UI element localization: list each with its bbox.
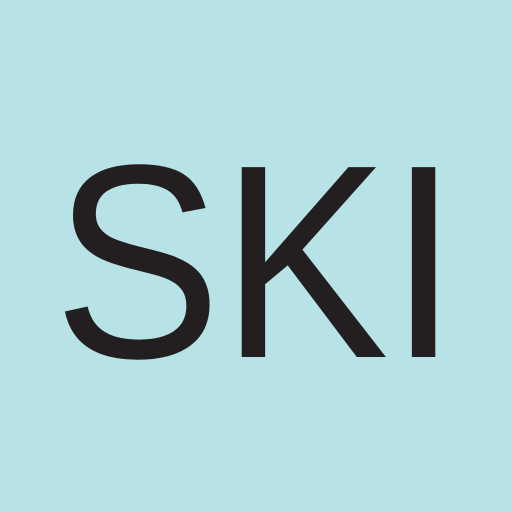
ski-wordmark-logo: SKI [54, 108, 459, 416]
ski-wordmark-text: SKI [54, 108, 459, 416]
app-icon: SKI [0, 0, 512, 512]
